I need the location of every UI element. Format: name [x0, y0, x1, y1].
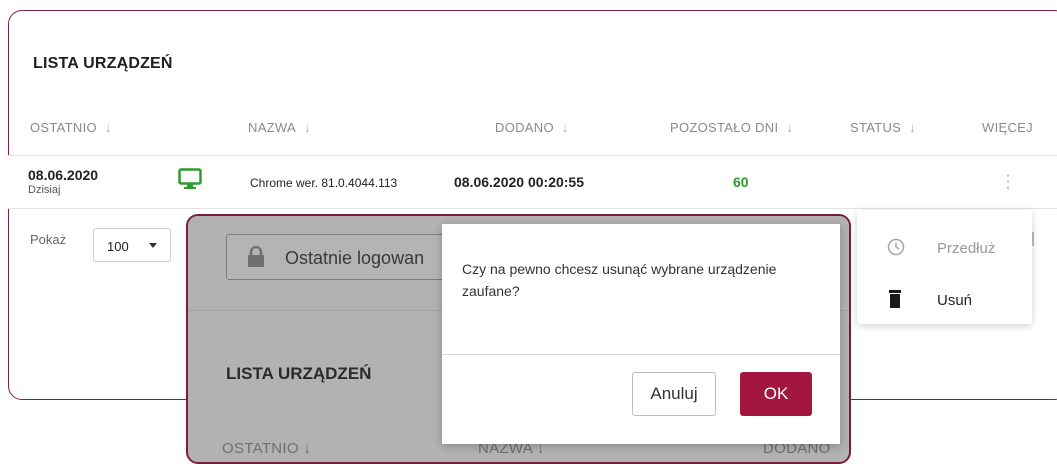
overlay-section-title: LISTA URZĄDZEŃ [226, 364, 372, 383]
lock-icon [247, 245, 265, 273]
page-size-label: Pokaż [30, 232, 67, 247]
ok-button[interactable]: OK [740, 372, 812, 416]
column-header-name[interactable]: NAZWA ↓ [248, 120, 311, 135]
page-size-value: 100 [107, 239, 129, 254]
monitor-icon [178, 168, 202, 195]
overlay-column-header: OSTATNIO ↓ [222, 440, 312, 457]
last-date: 08.06.2020 [28, 167, 99, 183]
sort-arrow-icon: ↓ [104, 120, 112, 135]
column-header-label: NAZWA [248, 120, 296, 135]
sort-arrow-icon: ↓ [786, 120, 794, 135]
device-name: Chrome wer. 81.0.4044.113 [250, 176, 398, 190]
column-header-label: STATUS [850, 120, 902, 135]
menu-item-label: Usuń [937, 292, 973, 309]
last-date-sub: Dzisiaj [28, 184, 61, 196]
clock-icon [887, 238, 905, 261]
caret-down-icon [149, 243, 157, 248]
confirm-delete-dialog: Czy na pewno chcesz usunąć wybrane urząd… [442, 224, 840, 444]
divider [442, 354, 840, 355]
sort-arrow-icon: ↓ [303, 440, 312, 457]
table-row[interactable]: 08.06.2020 Dzisiaj Chrome wer. 81.0.4044… [8, 156, 1057, 208]
column-header-label: POZOSTAŁO DNI [670, 120, 779, 135]
column-header-added[interactable]: DODANO ↓ [495, 120, 569, 135]
column-header-days-left[interactable]: POZOSTAŁO DNI ↓ [670, 120, 793, 135]
column-header-status[interactable]: STATUS ↓ [850, 120, 916, 135]
section-title: LISTA URZĄDZEŃ [33, 55, 173, 72]
sort-arrow-icon: ↓ [303, 120, 311, 135]
divider [8, 208, 1057, 209]
more-options-icon[interactable]: · · · [1003, 168, 1013, 196]
added-date: 08.06.2020 00:20:55 [454, 174, 584, 190]
menu-item-label: Przedłuż [937, 240, 996, 257]
column-header-label: DODANO [495, 120, 554, 135]
column-header-more: WIĘCEJ [982, 120, 1033, 135]
sort-arrow-icon: ↓ [909, 120, 916, 135]
menu-item-extend[interactable]: Przedłuż [857, 220, 1032, 270]
cancel-button[interactable]: Anuluj [632, 372, 716, 416]
column-header-label: OSTATNIO [30, 120, 97, 135]
column-header-label: WIĘCEJ [982, 120, 1033, 135]
last-logins-label: Ostatnie logowan [285, 248, 425, 268]
dialog-message: Czy na pewno chcesz usunąć wybrane urząd… [462, 261, 777, 299]
trash-icon [887, 290, 903, 313]
page-size-select[interactable]: 100 [93, 228, 171, 262]
days-left: 60 [733, 174, 749, 190]
context-menu: Przedłuż Usuń [857, 210, 1032, 324]
column-header-last[interactable]: OSTATNIO ↓ [30, 120, 112, 135]
menu-item-remove[interactable]: Usuń [857, 272, 1032, 322]
sort-arrow-icon: ↓ [561, 120, 569, 135]
